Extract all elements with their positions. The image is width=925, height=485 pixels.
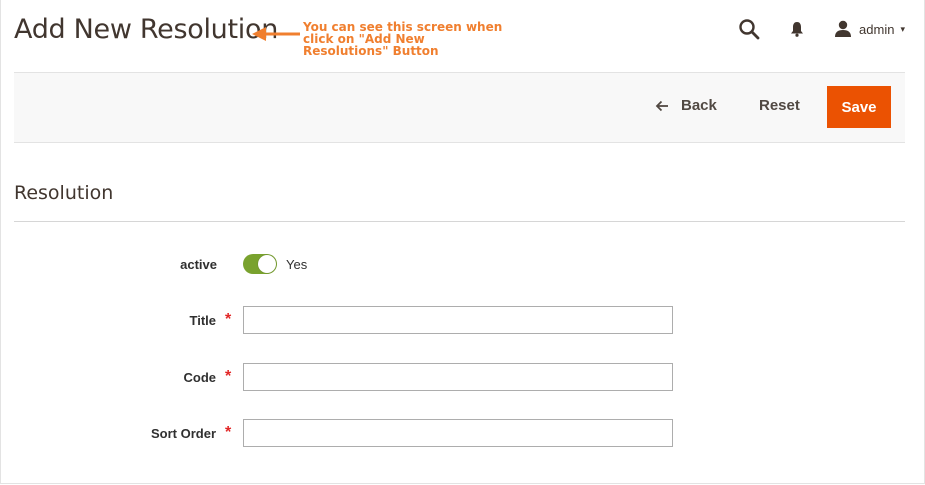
chevron-down-icon: ▾: [900, 23, 905, 34]
arrow-left-icon: [655, 100, 668, 111]
sort-order-required-mark: *: [225, 424, 232, 441]
sort-order-label: Sort Order: [150, 426, 216, 441]
title-required-mark: *: [225, 311, 232, 328]
title-input[interactable]: [243, 306, 673, 334]
code-label: Code: [183, 370, 217, 385]
active-toggle-value: Yes: [286, 257, 308, 272]
title-label: Title: [189, 313, 217, 328]
code-input[interactable]: [243, 363, 673, 391]
toggle-knob: [258, 255, 276, 273]
annotation-note: You can see this screen when click on "A…: [303, 20, 503, 58]
page-title: Add New Resolution: [14, 14, 279, 45]
header-actions: admin ▾: [737, 14, 905, 44]
section-divider: [14, 221, 905, 222]
user-menu-button[interactable]: admin ▾: [833, 20, 905, 38]
back-button[interactable]: Back: [655, 97, 717, 114]
bell-icon: [791, 22, 804, 37]
page-actions-bar: Back Reset Save: [14, 72, 905, 143]
save-button[interactable]: Save: [827, 86, 891, 128]
search-icon: [739, 19, 760, 40]
annotation-arrow-icon: [252, 27, 300, 41]
user-icon: [835, 20, 852, 37]
active-label: active: [180, 257, 217, 272]
search-button[interactable]: [737, 17, 761, 41]
section-title: Resolution: [14, 182, 114, 204]
code-required-mark: *: [225, 368, 232, 385]
active-toggle[interactable]: [243, 254, 277, 274]
back-button-label: Back: [681, 97, 717, 114]
user-name: admin: [859, 21, 895, 37]
reset-button[interactable]: Reset: [759, 97, 800, 114]
sort-order-input[interactable]: [243, 419, 673, 447]
notifications-button[interactable]: [787, 18, 807, 40]
